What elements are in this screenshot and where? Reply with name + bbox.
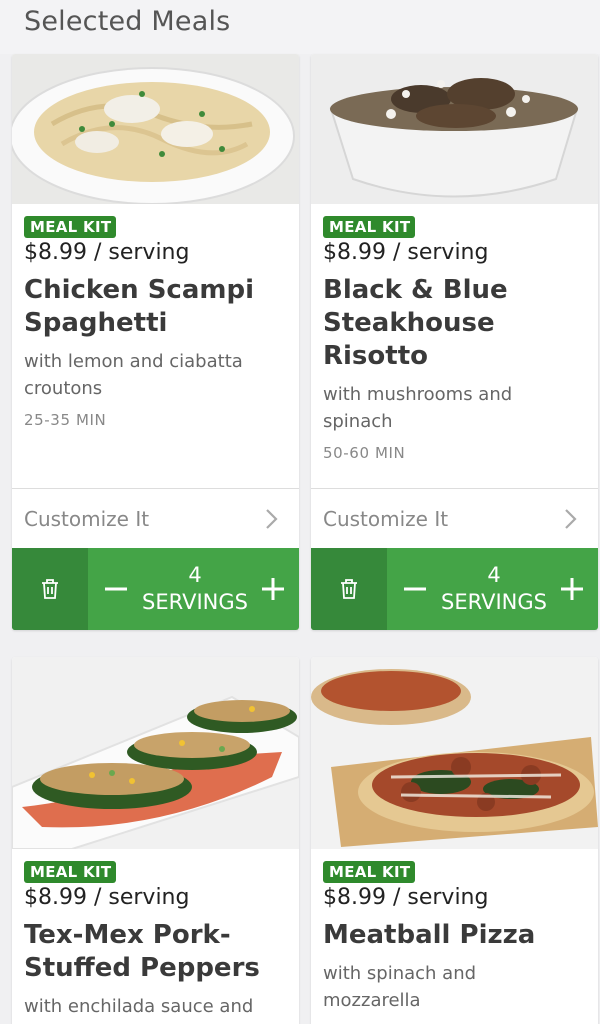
meal-name: Meatball Pizza (323, 919, 588, 952)
meal-subtitle-line: with spinach and (323, 963, 477, 984)
meal-photo (311, 657, 598, 849)
meal-name-line: Spaghetti (24, 308, 168, 338)
servings-label: SERVINGS (142, 590, 248, 614)
meal-subtitle: with spinach and mozzarella (323, 960, 588, 1014)
meal-info: MEAL KIT $8.99 / serving Meatball Pizza … (323, 861, 588, 1014)
meal-subtitle-line: croutons (24, 378, 103, 399)
customize-button[interactable]: Customize It (12, 488, 299, 548)
meal-name-line: Risotto (323, 341, 428, 371)
meal-price: $8.99 / serving (24, 240, 190, 265)
minus-icon[interactable] (102, 574, 130, 604)
servings-label: SERVINGS (441, 590, 547, 614)
servings-display: 4 SERVINGS (431, 562, 557, 616)
remove-meal-button[interactable] (12, 548, 88, 630)
meal-price: $8.99 / serving (323, 240, 489, 265)
customize-button[interactable]: Customize It (311, 488, 598, 548)
meal-photo (311, 54, 598, 204)
trash-icon (341, 579, 357, 599)
servings-stepper: 4 SERVINGS (311, 548, 598, 630)
servings-display: 4 SERVINGS (132, 562, 258, 616)
meal-name: Black & Blue Steakhouse Risotto (323, 274, 588, 373)
meal-subtitle-line: with lemon and ciabatta (24, 351, 243, 372)
meal-photo (12, 657, 299, 849)
meal-photo (12, 54, 299, 204)
meal-card[interactable]: MEAL KIT $8.99 / serving Chicken Scampi … (12, 54, 299, 630)
meal-name-line: Black & Blue (323, 275, 508, 305)
meal-subtitle-line: spinach (323, 411, 393, 432)
customize-label: Customize It (24, 507, 150, 531)
meal-name: Tex-Mex Pork- Stuffed Peppers (24, 919, 289, 985)
servings-stepper: 4 SERVINGS (12, 548, 299, 630)
meal-card[interactable]: MEAL KIT $8.99 / serving Black & Blue St… (311, 54, 598, 630)
meal-name-line: Meatball Pizza (323, 920, 536, 950)
meal-subtitle: with lemon and ciabatta croutons (24, 348, 289, 402)
meal-card[interactable]: MEAL KIT $8.99 / serving Tex-Mex Pork- S… (12, 657, 299, 1024)
servings-count: 4 (487, 563, 501, 587)
customize-label: Customize It (323, 507, 449, 531)
meal-name-line: Tex-Mex Pork- (24, 920, 231, 950)
page-title: Selected Meals (24, 6, 231, 37)
header-bar: Selected Meals (0, 0, 600, 54)
meal-info: MEAL KIT $8.99 / serving Chicken Scampi … (24, 216, 289, 429)
chevron-right-icon (565, 509, 577, 529)
meal-kit-badge: MEAL KIT (24, 861, 117, 883)
meal-name: Chicken Scampi Spaghetti (24, 274, 289, 340)
servings-count: 4 (188, 563, 202, 587)
meal-kit-badge: MEAL KIT (323, 861, 416, 883)
chevron-right-icon (266, 509, 278, 529)
meal-subtitle-line: with mushrooms and (323, 384, 513, 405)
minus-icon[interactable] (401, 574, 429, 604)
meal-info: MEAL KIT $8.99 / serving Black & Blue St… (323, 216, 588, 462)
meal-subtitle: with mushrooms and spinach (323, 381, 588, 435)
meal-name-line: Stuffed Peppers (24, 953, 260, 983)
meal-subtitle: with enchilada sauce and (24, 993, 289, 1020)
meal-kit-badge: MEAL KIT (323, 216, 416, 238)
meal-cook-time: 25-35 MIN (24, 411, 107, 429)
meal-info: MEAL KIT $8.99 / serving Tex-Mex Pork- S… (24, 861, 289, 1020)
plus-icon[interactable] (259, 574, 287, 604)
remove-meal-button[interactable] (311, 548, 387, 630)
meal-card[interactable]: MEAL KIT $8.99 / serving Meatball Pizza … (311, 657, 598, 1024)
meal-name-line: Chicken Scampi (24, 275, 255, 305)
meal-price: $8.99 / serving (323, 885, 489, 910)
meal-subtitle-line: with enchilada sauce and (24, 996, 254, 1017)
plus-icon[interactable] (558, 574, 586, 604)
meal-name-line: Steakhouse (323, 308, 495, 338)
meal-cook-time: 50-60 MIN (323, 444, 406, 462)
meal-kit-badge: MEAL KIT (24, 216, 117, 238)
trash-icon (42, 579, 58, 599)
meal-price: $8.99 / serving (24, 885, 190, 910)
meal-subtitle-line: mozzarella (323, 990, 421, 1011)
